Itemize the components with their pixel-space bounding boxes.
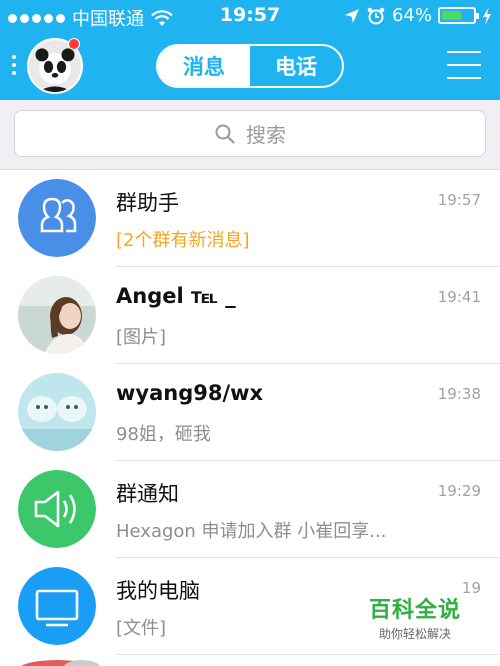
conversation-preview: [图片] <box>116 327 167 348</box>
conversation-name: 群通知 <box>116 482 179 506</box>
top-header: 中国联通 19:57 64% 消息 电话 <box>0 0 500 100</box>
angel-avatar <box>18 276 96 354</box>
group-helper-icon <box>18 179 96 257</box>
location-arrow-icon <box>344 8 359 23</box>
group-helper-avatar <box>18 179 96 257</box>
tab-messages[interactable]: 消息 <box>158 46 250 86</box>
conversation-time: 19:57 <box>437 191 481 209</box>
group-notice-avatar <box>18 470 96 548</box>
tab-calls[interactable]: 电话 <box>250 46 342 86</box>
status-bar: 中国联通 19:57 64% <box>0 0 500 33</box>
photo-avatar-birds <box>18 373 96 451</box>
search-placeholder: 搜索 <box>246 123 286 147</box>
photo-avatar-girl <box>18 276 96 354</box>
conversation-name: 我的电脑 <box>116 579 200 603</box>
conversation-time: 19:38 <box>437 385 481 403</box>
battery-icon <box>438 7 479 24</box>
menu-icon[interactable] <box>447 51 481 79</box>
my-computer-avatar <box>18 567 96 645</box>
conversation-name: wyang98/wx <box>116 381 264 405</box>
watermark-subtitle: 助你轻松解决 <box>378 627 451 641</box>
status-right: 64% <box>344 5 492 26</box>
watermark-title: 百科全说 <box>368 598 461 623</box>
conversation-row-group-notice[interactable]: 群通知 19:29 Hexagon 申请加入群 小崔回享... <box>0 461 500 558</box>
monitor-icon <box>18 567 96 645</box>
drawer-dots-icon[interactable] <box>12 55 18 79</box>
search-input[interactable]: 搜索 <box>14 110 486 157</box>
conversation-name: Angel ℡ _ <box>116 284 236 308</box>
conversation-preview: [2个群有新消息] <box>116 230 250 251</box>
conversation-row-group-helper[interactable]: 群助手 19:57 [2个群有新消息] <box>0 170 500 267</box>
conversation-time: 19:41 <box>437 288 481 306</box>
watermark: 百科全说 助你轻松解决 <box>365 592 465 642</box>
search-area: 搜索 <box>0 100 500 170</box>
notification-badge <box>68 38 80 50</box>
conversation-row-wyang98[interactable]: wyang98/wx 19:38 98姐，砸我 <box>0 364 500 461</box>
wyang98-avatar <box>18 373 96 451</box>
message-call-switch: 消息 电话 <box>156 44 344 88</box>
conversation-preview: [文件] <box>116 618 167 639</box>
speaker-icon <box>18 470 96 548</box>
conversation-name: 群助手 <box>116 191 179 215</box>
conversation-preview: Hexagon 申请加入群 小崔回享... <box>116 521 387 542</box>
conversation-row-angel[interactable]: Angel ℡ _ 19:41 [图片] <box>0 267 500 364</box>
search-icon <box>215 124 235 144</box>
conversation-time: 19:29 <box>437 482 481 500</box>
charging-bolt-icon <box>483 6 491 25</box>
battery-level-fill <box>442 11 462 20</box>
alarm-icon <box>367 7 385 24</box>
conversation-preview: 98姐，砸我 <box>116 424 211 445</box>
battery-percent: 64% <box>391 5 432 26</box>
conversation-list: 群助手 19:57 [2个群有新消息] Angel ℡ _ 19:41 [图片] <box>0 170 500 655</box>
row-divider <box>116 654 500 655</box>
